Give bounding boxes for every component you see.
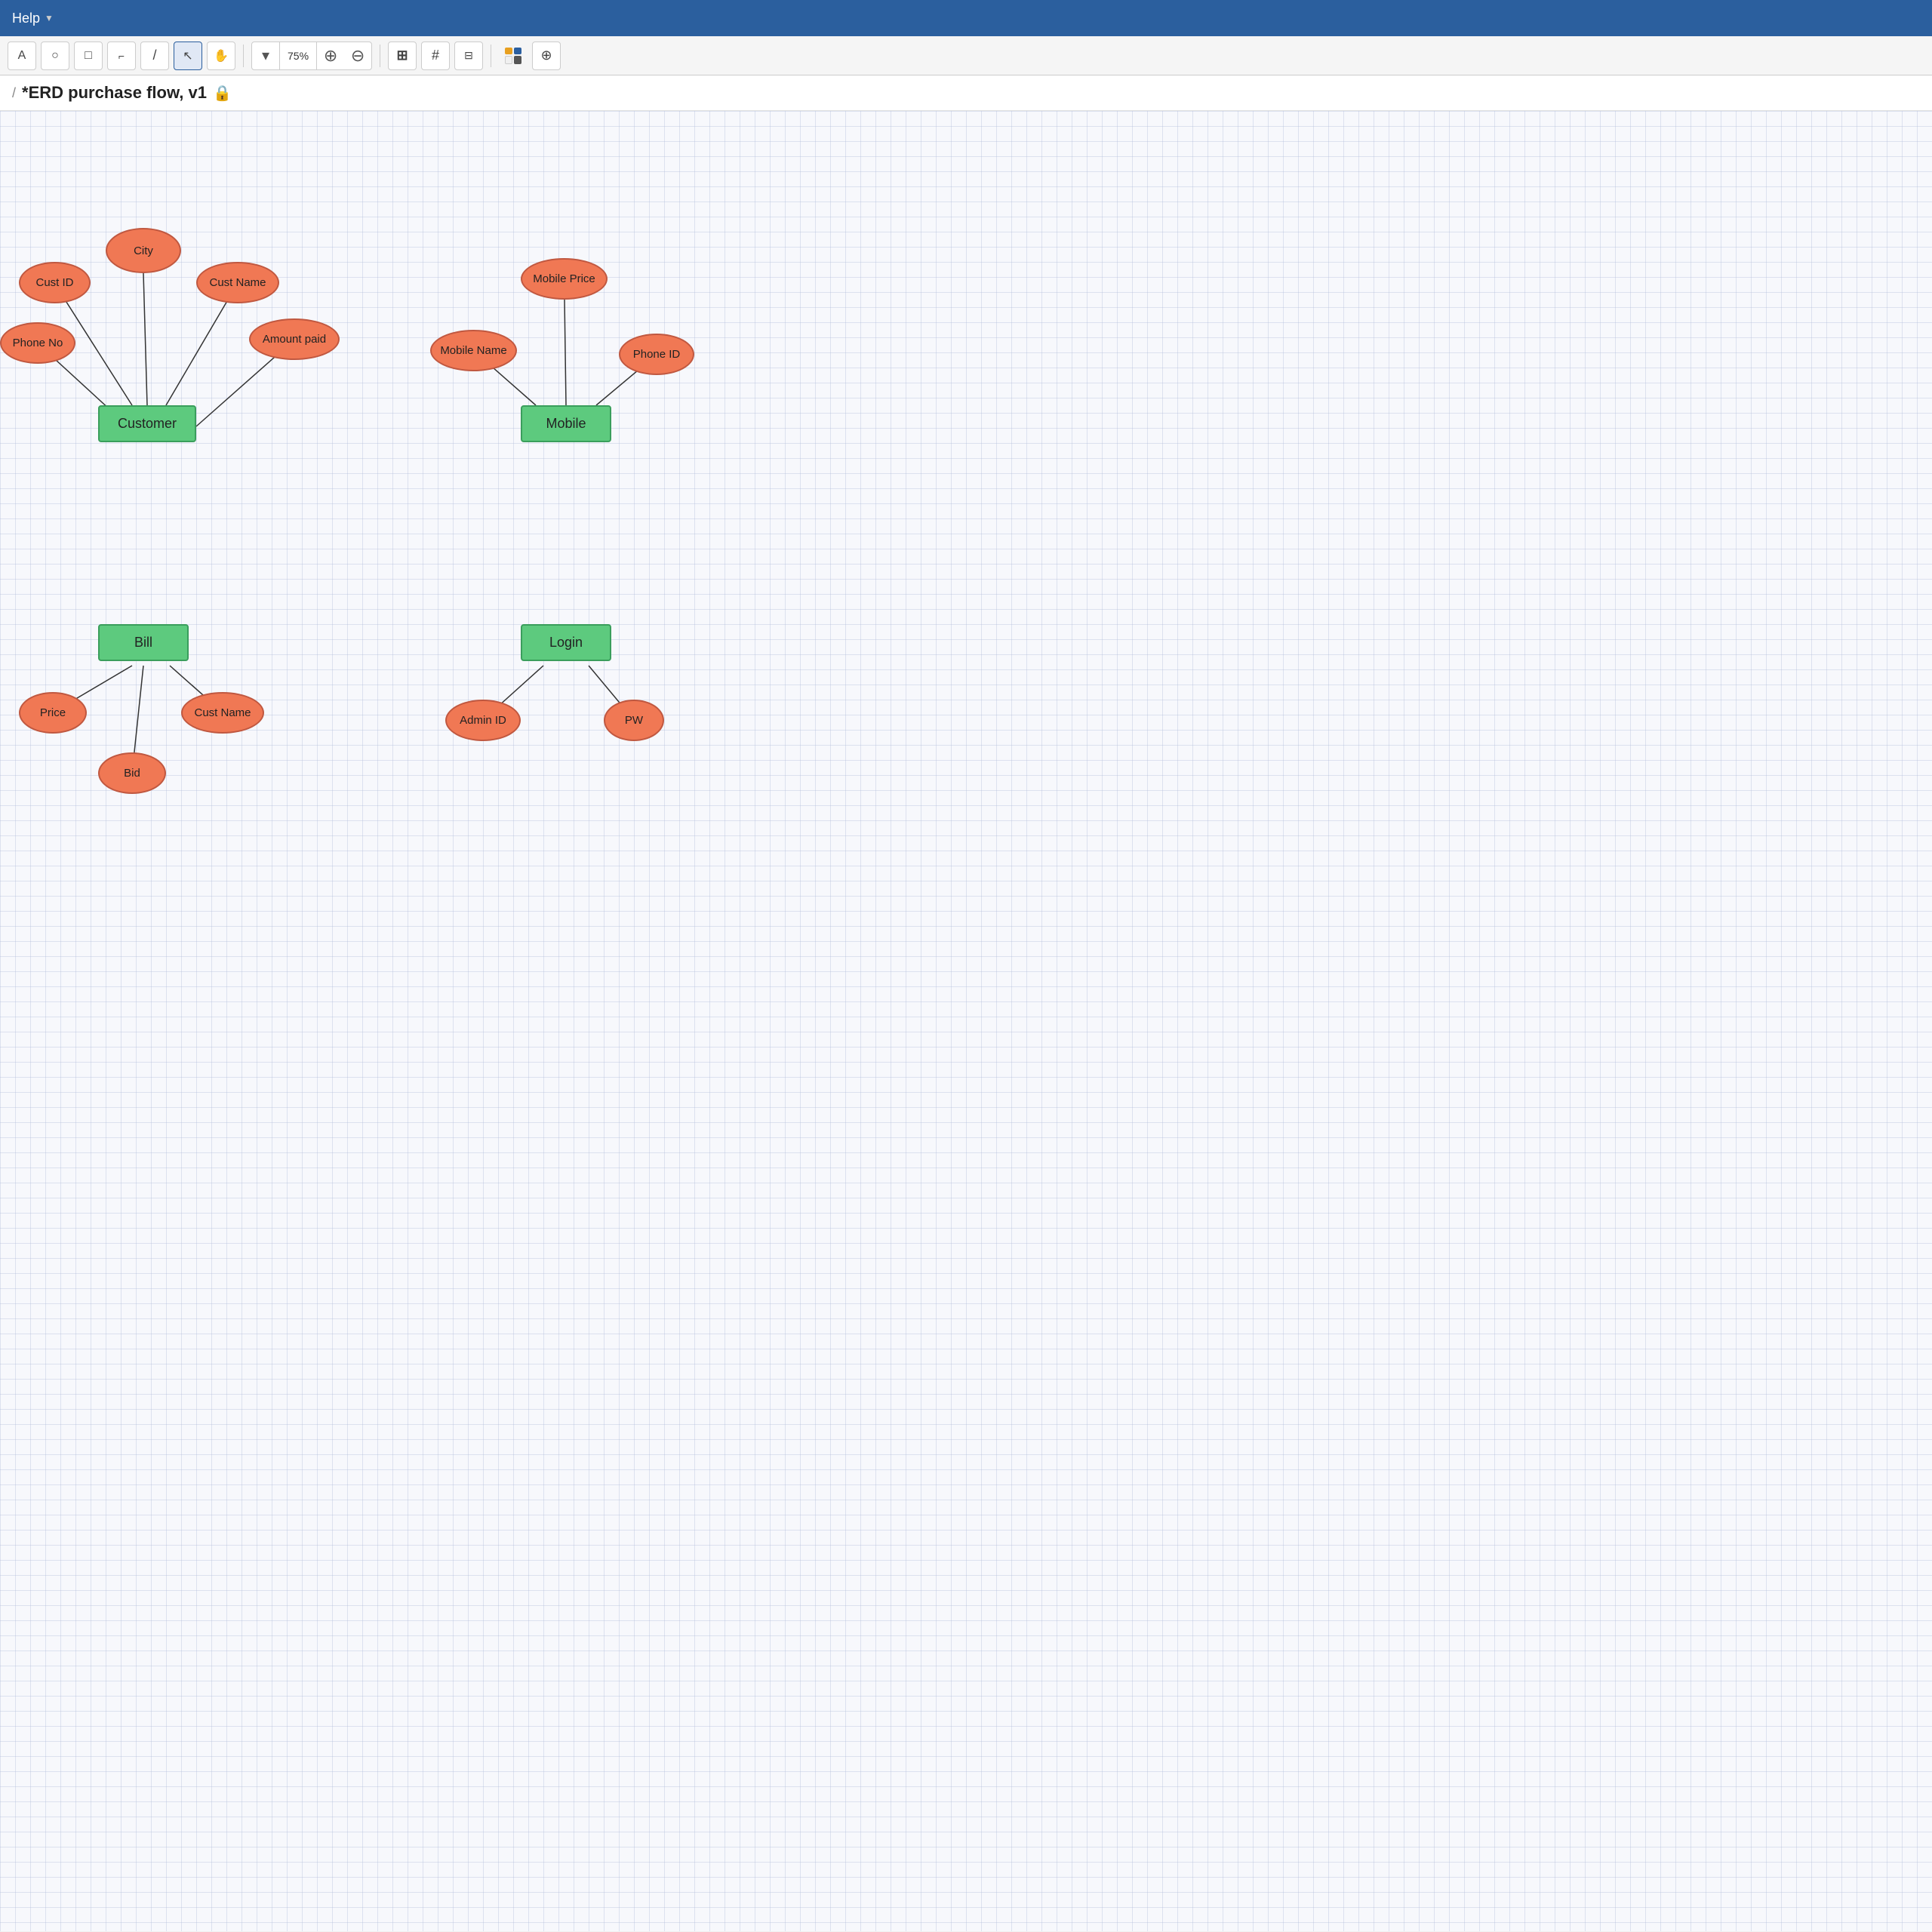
attr-phone-no[interactable]: Phone No	[0, 322, 75, 364]
grid-plus-button[interactable]: ⊞	[388, 42, 417, 70]
color-white	[505, 56, 512, 64]
page-title: *ERD purchase flow, v1	[22, 83, 207, 103]
zoom-control[interactable]: ▾ 75% ⊕ ⊖	[251, 42, 372, 70]
entity-bill[interactable]: Bill	[98, 624, 189, 661]
attr-price[interactable]: Price	[19, 692, 87, 734]
entity-login[interactable]: Login	[521, 624, 611, 661]
title-bar: / *ERD purchase flow, v1 🔒	[0, 75, 1932, 111]
attr-bid[interactable]: Bid	[98, 752, 166, 794]
rect-tool-button[interactable]: □	[74, 42, 103, 70]
select-tool-button[interactable]: ↖	[174, 42, 202, 70]
extra-grid-button[interactable]: ⊟	[454, 42, 483, 70]
zoom-in-button[interactable]: ⊕	[317, 42, 344, 69]
attr-mobile-name[interactable]: Mobile Name	[430, 330, 517, 371]
pan-tool-button[interactable]: ✋	[207, 42, 235, 70]
attr-cust-name-bill[interactable]: Cust Name	[181, 692, 264, 734]
zoom-out-button[interactable]: ⊖	[344, 42, 371, 69]
color-palette-icon[interactable]	[499, 42, 528, 70]
text-tool-button[interactable]: A	[8, 42, 36, 70]
separator-1	[243, 45, 244, 67]
color-blue	[514, 48, 521, 54]
layers-button[interactable]: ⊕	[532, 42, 561, 70]
erd-diagram-svg	[0, 111, 1932, 1931]
attr-phone-id[interactable]: Phone ID	[619, 334, 694, 375]
canvas-area[interactable]: Customer Mobile Bill Login City Cust ID …	[0, 111, 1932, 1931]
attr-mobile-price[interactable]: Mobile Price	[521, 258, 608, 300]
attr-city[interactable]: City	[106, 228, 181, 273]
color-orange	[505, 48, 512, 54]
lock-icon[interactable]: 🔒	[213, 84, 232, 103]
toolbar: A ○ □ ⌐ / ↖ ✋ ▾ 75% ⊕ ⊖ ⊞ # ⊟ ⊕	[0, 36, 1932, 75]
line-tool-button[interactable]: /	[140, 42, 169, 70]
color-dark	[514, 56, 521, 64]
hash-button[interactable]: #	[421, 42, 450, 70]
help-label: Help	[12, 11, 40, 26]
chevron-down-icon: ▼	[45, 13, 54, 23]
zoom-dropdown-arrow[interactable]: ▾	[252, 42, 279, 69]
entity-mobile[interactable]: Mobile	[521, 405, 611, 442]
attr-cust-name-top[interactable]: Cust Name	[196, 262, 279, 303]
attr-admin-id[interactable]: Admin ID	[445, 700, 521, 741]
attr-pw[interactable]: PW	[604, 700, 664, 741]
connector-tool-button[interactable]: ⌐	[107, 42, 136, 70]
breadcrumb-slash: /	[12, 85, 16, 101]
menu-help[interactable]: Help ▼	[12, 11, 54, 26]
attr-cust-id[interactable]: Cust ID	[19, 262, 91, 303]
menu-bar: Help ▼	[0, 0, 1932, 36]
zoom-value[interactable]: 75%	[279, 42, 317, 69]
attr-amount-paid[interactable]: Amount paid	[249, 318, 340, 360]
ellipse-tool-button[interactable]: ○	[41, 42, 69, 70]
entity-customer[interactable]: Customer	[98, 405, 196, 442]
